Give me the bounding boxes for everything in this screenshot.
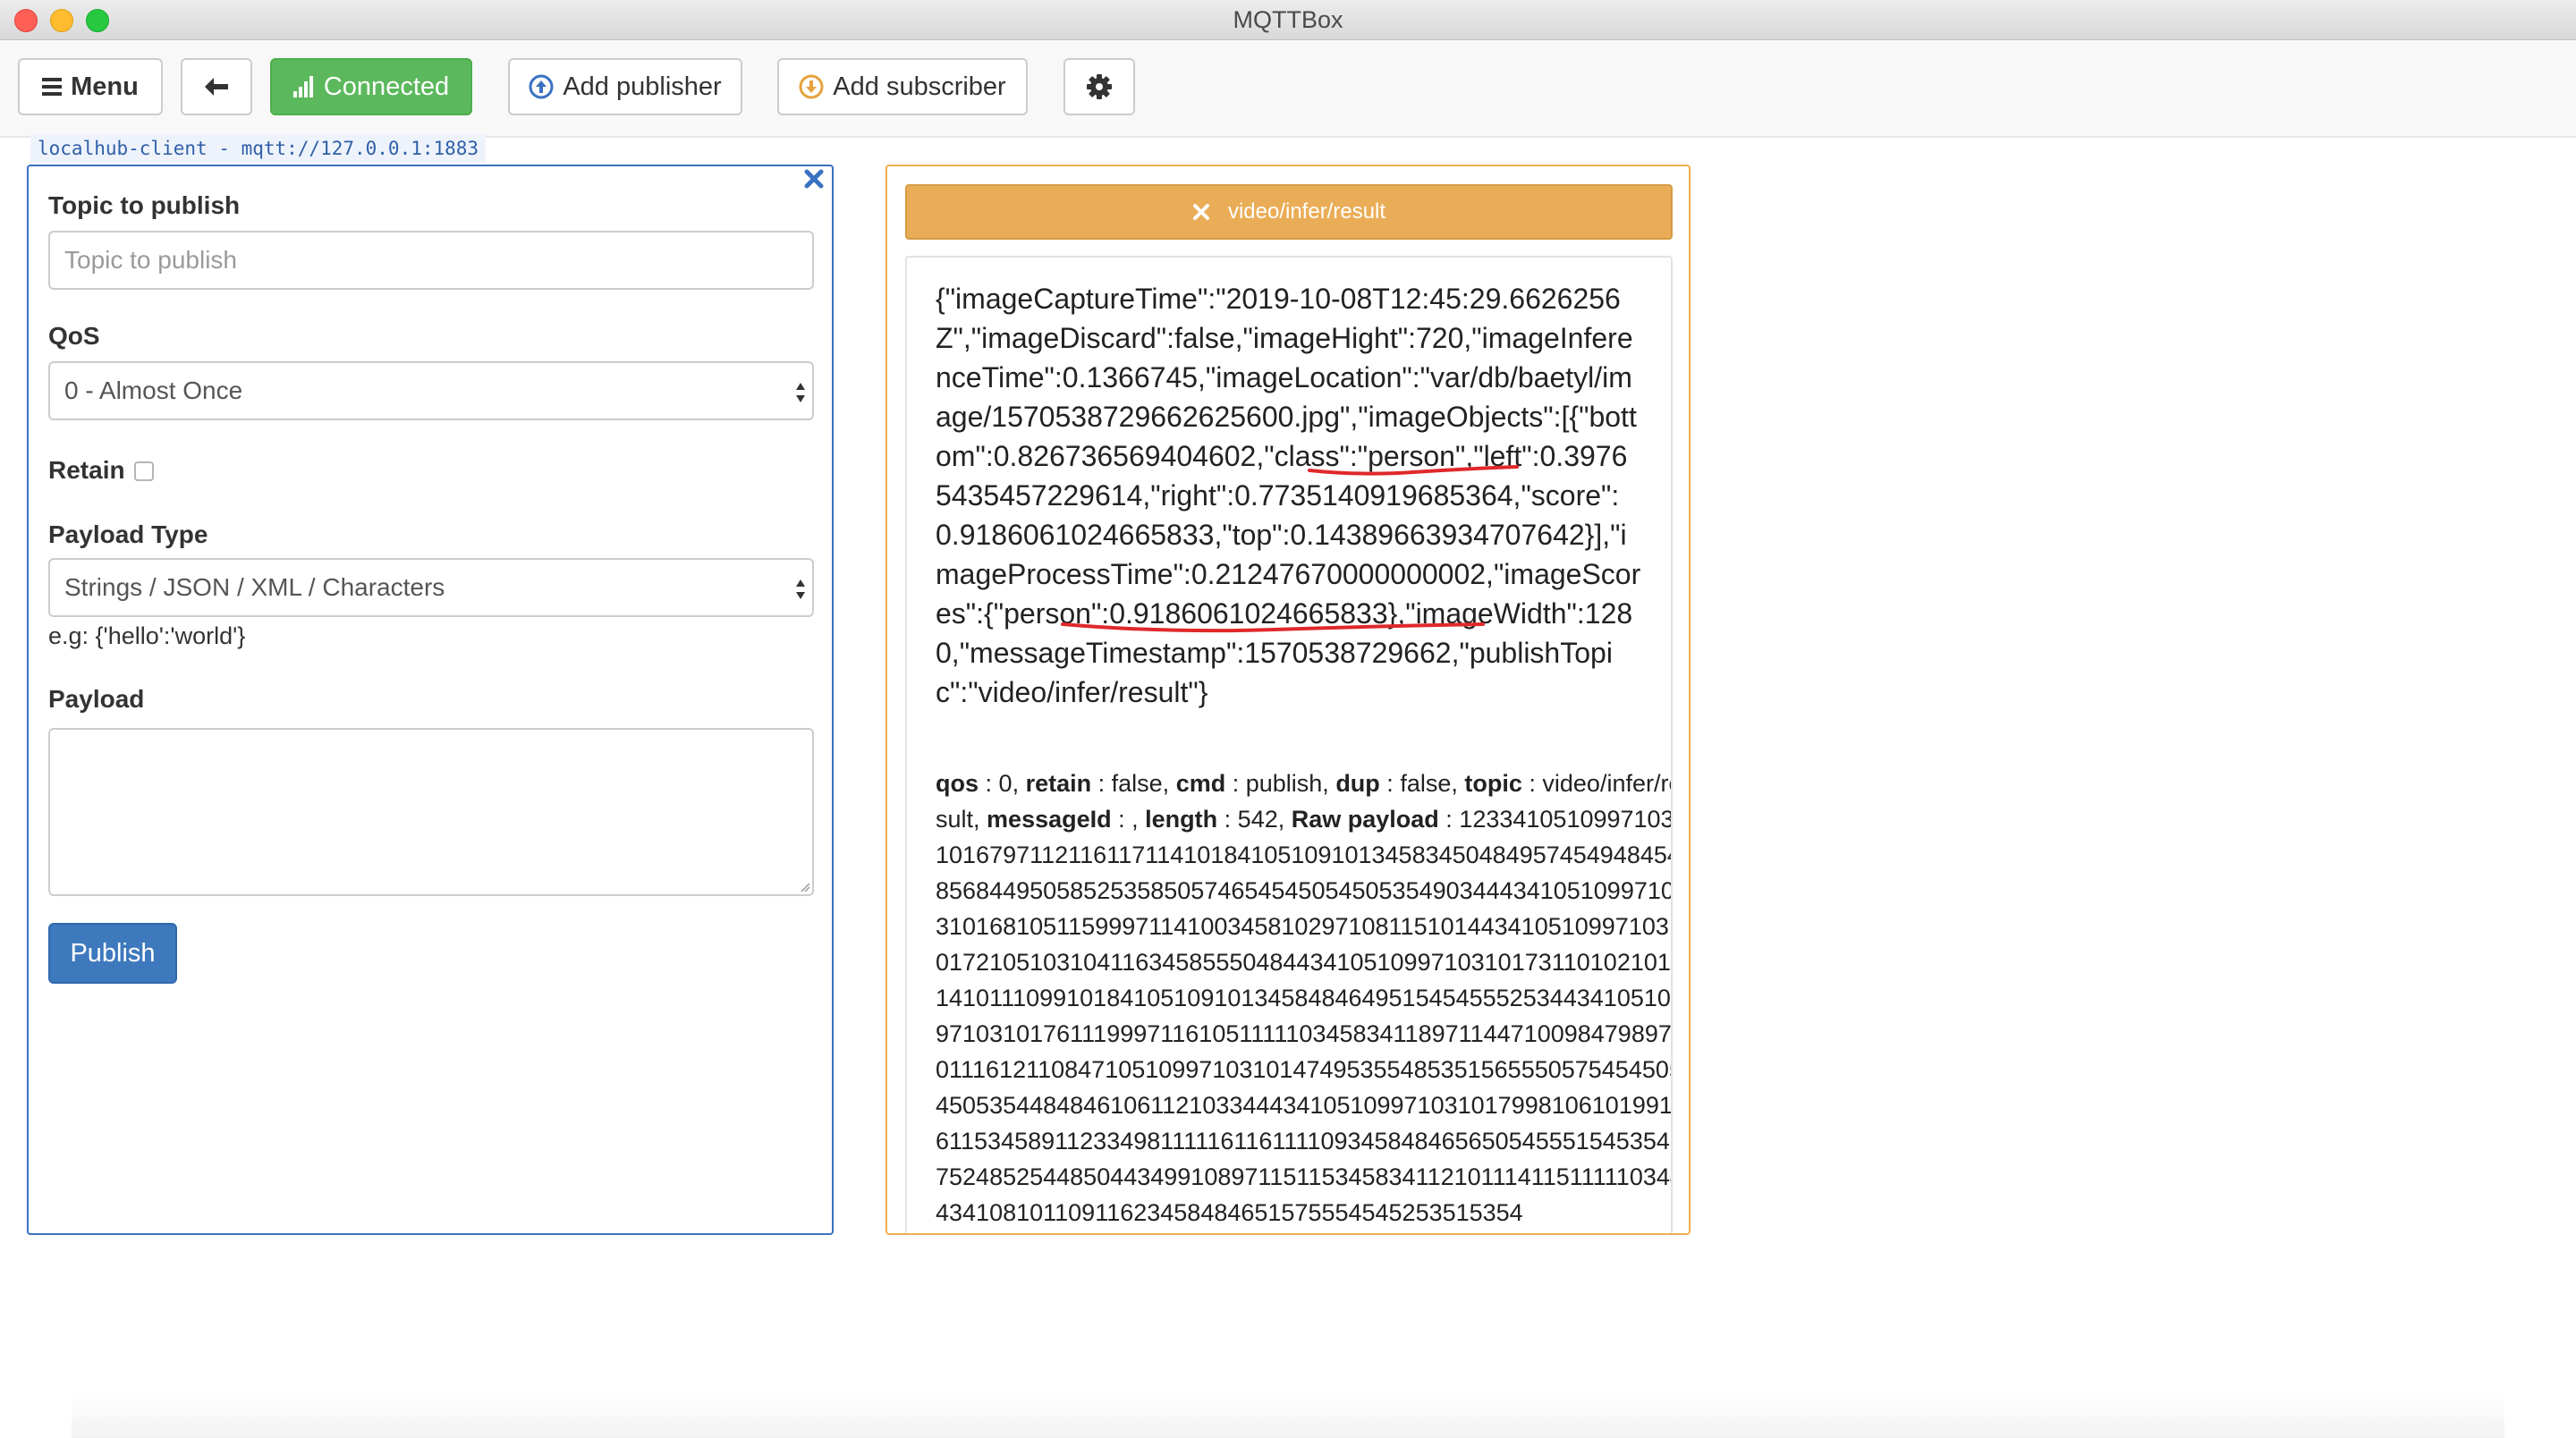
meta-key-raw-payload: Raw payload: [1291, 806, 1439, 833]
meta-value-raw-payload: 1233410510997103101679711211611711410184…: [936, 806, 1673, 1226]
message-payload: {"imageCaptureTime":"2019-10-08T12:45:29…: [936, 279, 1642, 712]
publisher-panel: Topic to publish Topic to publish QoS 0 …: [27, 165, 834, 1235]
close-icon[interactable]: [803, 168, 825, 194]
message-metadata: qos : 0, retain : false, cmd : publish, …: [936, 766, 1673, 1231]
window-title: MQTTBox: [1233, 6, 1343, 33]
meta-key-message-id: messageId: [987, 806, 1112, 833]
meta-key-cmd: cmd: [1175, 770, 1226, 797]
menu-button-label: Menu: [71, 72, 139, 101]
meta-key-dup: dup: [1335, 770, 1380, 797]
download-circle-icon: [799, 74, 824, 99]
payload-type-value: Strings / JSON / XML / Characters: [64, 573, 445, 601]
retain-label: Retain: [48, 456, 125, 484]
subscription-topic-header: video/infer/result: [905, 184, 1673, 240]
payload-highlight-scores: {"person":0.9186061024665833}: [984, 597, 1398, 630]
meta-value-dup: false: [1400, 770, 1452, 797]
unsubscribe-close-icon[interactable]: [1192, 203, 1210, 221]
meta-value-length: 542: [1237, 806, 1278, 833]
qos-label: QoS: [48, 322, 100, 350]
settings-button[interactable]: [1063, 58, 1135, 115]
topic-input[interactable]: Topic to publish: [48, 231, 814, 290]
retain-checkbox[interactable]: [134, 461, 154, 481]
connected-button[interactable]: Connected: [270, 58, 472, 115]
qos-select-value: 0 - Almost Once: [64, 376, 243, 404]
payload-highlight-class: "class":"person": [1264, 440, 1466, 472]
qos-select[interactable]: 0 - Almost Once: [48, 361, 814, 420]
add-subscriber-label: Add subscriber: [833, 72, 1006, 101]
title-bar: MQTTBox: [0, 0, 2576, 40]
payload-type-select[interactable]: Strings / JSON / XML / Characters: [48, 558, 814, 617]
gear-icon: [1087, 74, 1112, 99]
topic-label: Topic to publish: [48, 191, 241, 219]
meta-value-cmd: publish: [1245, 770, 1323, 797]
toolbar: Menu Connected Add publisher Add subscri…: [0, 40, 2576, 138]
arrow-left-icon: [203, 76, 230, 97]
window-bottom-shadow: [72, 1395, 2504, 1438]
add-publisher-button[interactable]: Add publisher: [508, 58, 742, 115]
hamburger-icon: [42, 78, 63, 96]
payload-type-label: Payload Type: [48, 520, 208, 548]
meta-value-retain: false: [1111, 770, 1163, 797]
subscriber-panel: video/infer/result {"imageCaptureTime":"…: [886, 165, 1690, 1235]
meta-key-length: length: [1145, 806, 1218, 833]
payload-label: Payload: [48, 685, 145, 713]
meta-value-qos: 0: [998, 770, 1013, 797]
meta-key-qos: qos: [936, 770, 979, 797]
meta-key-topic: topic: [1464, 770, 1522, 797]
message-box: {"imageCaptureTime":"2019-10-08T12:45:29…: [905, 256, 1673, 1233]
select-arrows-icon: [794, 578, 807, 607]
select-arrows-icon: [794, 381, 807, 410]
payload-hint: e.g: {'hello':'world'}: [48, 622, 246, 649]
add-subscriber-button[interactable]: Add subscriber: [777, 58, 1028, 115]
connected-button-label: Connected: [323, 72, 450, 101]
resize-handle-icon[interactable]: [800, 882, 810, 892]
subscription-topic: video/infer/result: [1227, 199, 1386, 224]
menu-button[interactable]: Menu: [18, 58, 163, 115]
meta-key-retain: retain: [1025, 770, 1092, 797]
back-button[interactable]: [181, 58, 252, 115]
publish-button[interactable]: Publish: [48, 923, 177, 984]
payload-textarea[interactable]: [48, 728, 814, 896]
upload-circle-icon: [529, 74, 554, 99]
signal-bars-icon: [292, 76, 315, 97]
connection-label: localhub-client - mqtt://127.0.0.1:1883: [30, 134, 487, 163]
add-publisher-label: Add publisher: [563, 72, 722, 101]
